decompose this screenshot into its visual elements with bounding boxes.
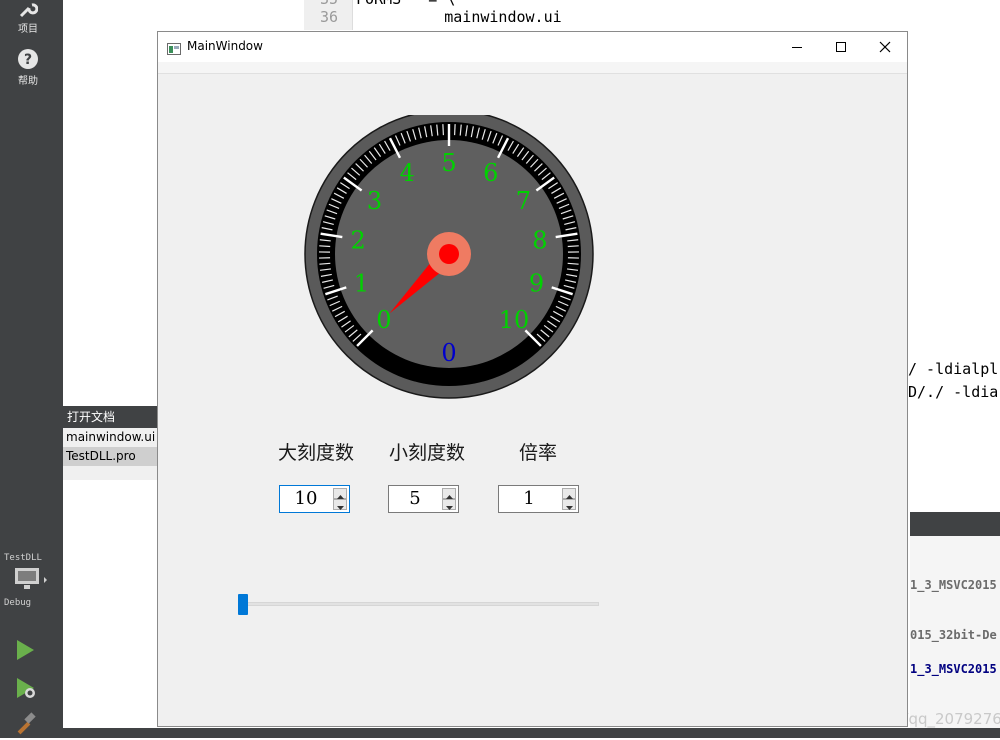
dial-number-label: 3 <box>367 187 382 215</box>
open-documents-title: 打开文档 <box>63 406 158 428</box>
kit-project-name: TestDLL <box>4 553 56 563</box>
dial-number-label: 5 <box>441 149 456 177</box>
multiplier-spinbox[interactable]: 1 <box>498 485 579 513</box>
open-documents-panel: 打开文档 mainwindow.ui TestDLL.pro <box>63 406 158 480</box>
small-scale-spinbox[interactable]: 5 <box>388 485 459 513</box>
dial-number-label: 6 <box>483 159 498 187</box>
dial-number-label: 7 <box>516 187 531 215</box>
dial-minor-tick <box>319 246 330 247</box>
close-icon <box>879 38 891 57</box>
dial-number-label: 1 <box>354 269 369 297</box>
line-number: 36 <box>320 8 338 26</box>
big-scale-label: 大刻度数 <box>278 438 354 465</box>
dial-number-label: 9 <box>529 269 544 297</box>
code-line: FORMS = \ <box>356 0 455 8</box>
close-button[interactable] <box>862 32 908 62</box>
spin-down-button[interactable] <box>442 499 456 510</box>
app-icon <box>167 40 181 59</box>
chevron-down-icon <box>337 495 344 514</box>
dial-minor-tick <box>568 246 579 247</box>
dial-number-label: 2 <box>350 227 365 255</box>
svg-text:?: ? <box>24 52 32 68</box>
status-bar <box>63 728 1000 738</box>
window-titlebar[interactable]: MainWindow <box>158 32 907 62</box>
kit-selector[interactable]: TestDLL Debug <box>4 553 56 608</box>
output-line: 1_3_MSVC2015 <box>910 578 997 592</box>
dial-minor-tick <box>443 124 444 135</box>
mode-label: 帮助 <box>18 76 38 87</box>
value-slider-track[interactable] <box>239 602 599 606</box>
big-scale-spinbox[interactable]: 10 <box>279 485 350 513</box>
menu-bar <box>158 62 907 74</box>
output-line: 015_32bit-De <box>910 628 997 642</box>
mode-sidebar: 项目 ? 帮助 TestDLL Debug <box>0 0 63 738</box>
dial-value-readout: 0 <box>441 339 456 367</box>
minimize-icon <box>791 38 803 57</box>
output-pane-toolbar <box>910 512 1000 536</box>
build-hammer-icon[interactable] <box>14 712 38 740</box>
window-title: MainWindow <box>187 39 263 53</box>
code-line: mainwindow.ui <box>372 8 562 26</box>
spinbox-value[interactable]: 1 <box>499 486 559 512</box>
minimize-button[interactable] <box>774 32 820 62</box>
maximize-icon <box>835 38 847 57</box>
value-slider-handle[interactable] <box>238 594 248 615</box>
dial-number-label: 10 <box>499 306 530 334</box>
spinbox-value[interactable]: 5 <box>389 486 441 512</box>
output-line: 1_3_MSVC2015 <box>910 662 997 676</box>
chevron-down-icon <box>566 495 573 514</box>
dial-minor-tick <box>455 124 456 135</box>
monitor-icon <box>14 567 56 596</box>
help-icon: ? <box>0 48 56 70</box>
spin-down-button[interactable] <box>562 499 576 510</box>
multiplier-label: 倍率 <box>519 438 557 465</box>
mode-projects[interactable]: 项目 <box>0 2 56 35</box>
dial-gauge[interactable]: 012345678910 0 <box>304 115 594 403</box>
dial-number-label: 4 <box>400 159 415 187</box>
code-line-fragment: D/./ -ldia <box>908 383 998 401</box>
dial-hub-center <box>439 244 459 264</box>
spinbox-value[interactable]: 10 <box>280 486 332 512</box>
main-window: MainWindow 012345678910 0 大刻度数 小刻度数 倍率 1… <box>157 31 908 727</box>
line-number: 35 <box>320 0 338 8</box>
code-line-fragment: / -ldialpl <box>908 360 998 378</box>
mode-label: 项目 <box>18 24 38 35</box>
wrench-icon <box>0 2 56 18</box>
debug-run-icon[interactable] <box>14 676 38 704</box>
maximize-button[interactable] <box>818 32 864 62</box>
run-icon[interactable] <box>14 638 36 666</box>
mode-help[interactable]: ? 帮助 <box>0 48 56 87</box>
dial-number-label: 8 <box>532 227 547 255</box>
chevron-down-icon <box>446 495 453 514</box>
open-document-item[interactable]: mainwindow.ui <box>63 428 158 447</box>
small-scale-label: 小刻度数 <box>389 438 465 465</box>
kit-build-config: Debug <box>4 598 56 608</box>
spin-down-button[interactable] <box>333 499 347 510</box>
open-document-item[interactable]: TestDLL.pro <box>63 447 158 466</box>
dial-number-label: 0 <box>376 306 391 334</box>
